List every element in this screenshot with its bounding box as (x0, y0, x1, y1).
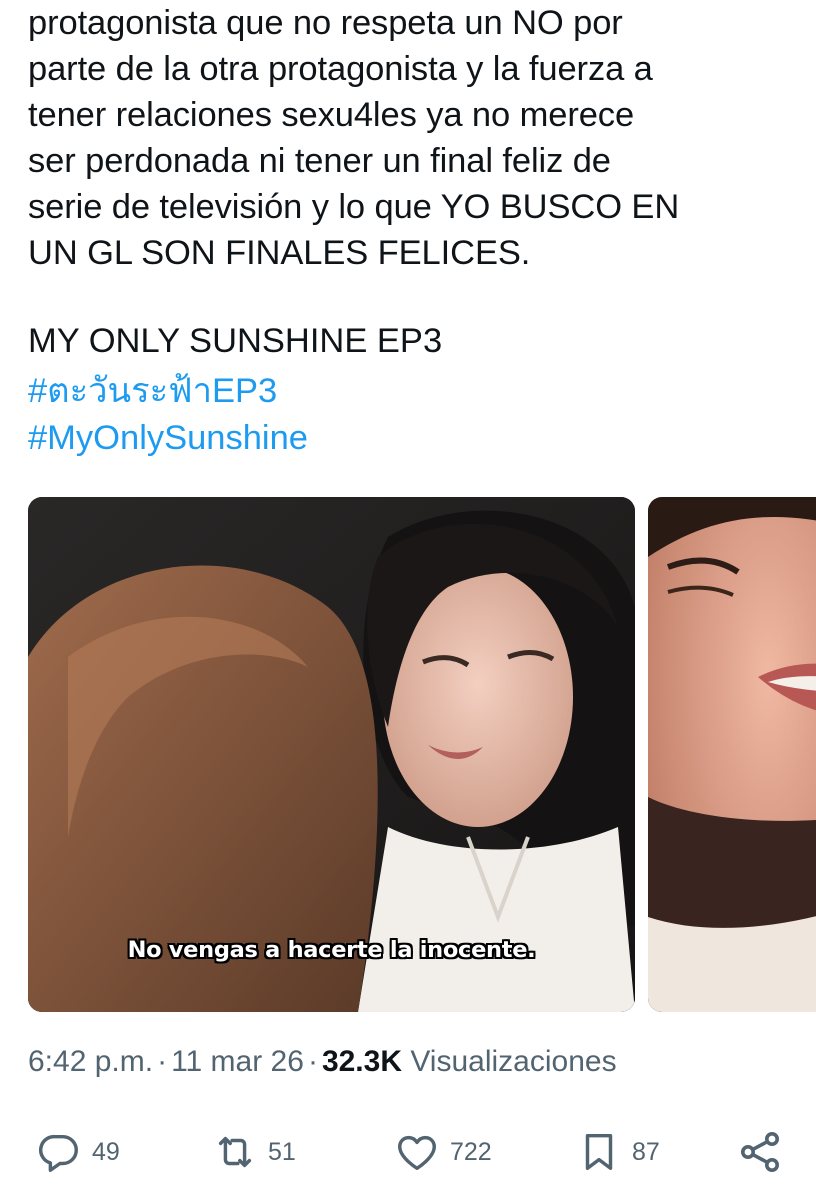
tweet-body-line: tener relaciones sexu4les ya no merece (28, 96, 635, 134)
repost-button[interactable]: 51 (212, 1122, 296, 1182)
tweet-body-line: ser perdonada ni tener un final feliz de (28, 142, 611, 180)
media-image-2[interactable] (648, 497, 816, 1012)
reply-icon (36, 1129, 82, 1175)
like-button[interactable]: 722 (394, 1122, 492, 1182)
tweet-time[interactable]: 6:42 p.m. (28, 1045, 153, 1078)
tweet-body-line: serie de televisión y lo que YO BUSCO EN (28, 188, 680, 226)
bookmark-count: 87 (632, 1137, 660, 1166)
media-scene-2 (648, 497, 816, 1012)
share-button[interactable] (736, 1122, 784, 1182)
bookmark-button[interactable]: 87 (576, 1122, 660, 1182)
meta-separator: · (157, 1045, 168, 1078)
repost-icon (212, 1129, 258, 1175)
tweet-body: protagonista que no respeta un NO por pa… (28, 0, 798, 276)
media-scene-1 (28, 497, 635, 1012)
video-subtitle: No vengas a hacerte la inocente. (127, 937, 536, 963)
heart-icon (394, 1129, 440, 1175)
repost-count: 51 (268, 1137, 296, 1166)
tweet-meta: 6:42 p.m. · 11 mar 26 · 32.3K Visualizacione… (28, 1040, 617, 1084)
share-icon (736, 1128, 784, 1176)
reply-button[interactable]: 49 (36, 1122, 120, 1182)
media-image-1[interactable]: No vengas a hacerte la inocente. (28, 497, 635, 1012)
tweet-body-line: protagonista que no respeta un NO por (28, 4, 623, 42)
views-count: 32.3K (321, 1045, 402, 1078)
reply-count: 49 (92, 1137, 120, 1166)
hashtag-link[interactable]: #ตะวันระฟ้าEP3 (28, 368, 277, 414)
meta-separator: · (307, 1045, 318, 1078)
tweet-body-line: UN GL SON FINALES FELICES. (28, 234, 531, 272)
bookmark-icon (576, 1129, 622, 1175)
hashtag-link[interactable]: #MyOnlySunshine (28, 415, 308, 461)
tweet-actions: 49 51 722 87 (0, 1122, 816, 1182)
views-label: Visualizaciones (410, 1045, 617, 1078)
tweet-date[interactable]: 11 mar 26 (171, 1045, 304, 1078)
episode-line: MY ONLY SUNSHINE EP3 (28, 322, 443, 360)
like-count: 722 (450, 1137, 492, 1166)
tweet-body-line: parte de la otra protagonista y la fuerz… (28, 50, 653, 88)
